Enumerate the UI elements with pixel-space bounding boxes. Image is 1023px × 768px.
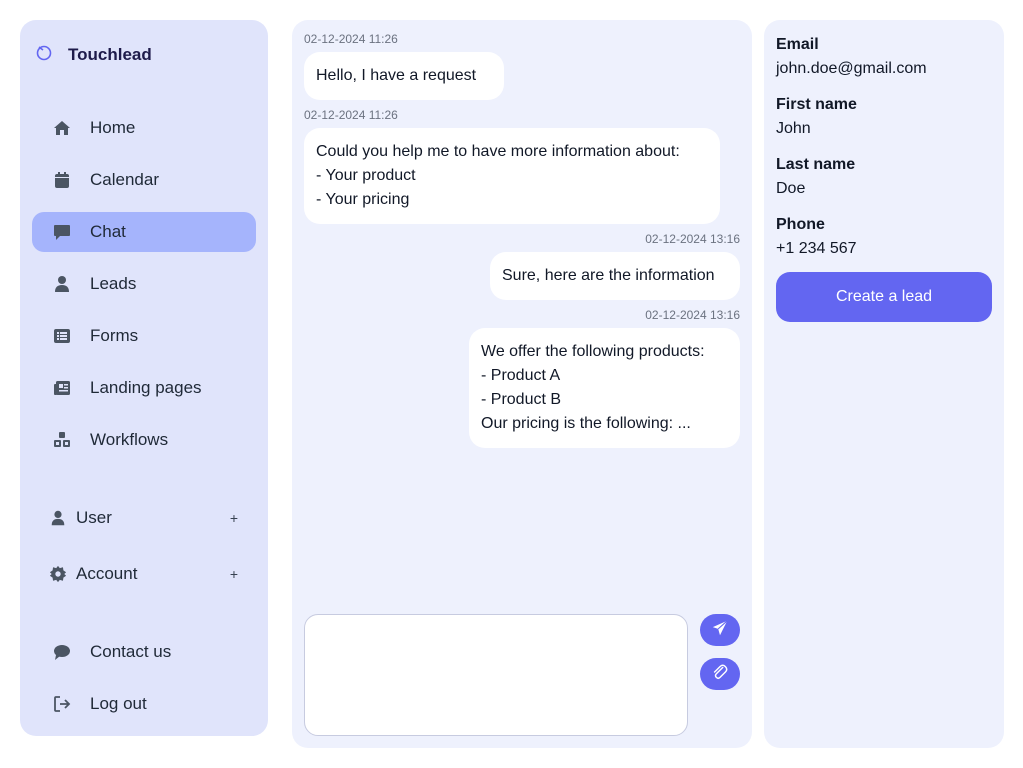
- phone-value: +1 234 567: [776, 240, 857, 257]
- message-line: Our pricing is the following: ...: [481, 415, 691, 432]
- attach-button[interactable]: [700, 658, 740, 690]
- message-line: - Your product: [316, 167, 416, 184]
- calendar-icon: [52, 170, 72, 190]
- message-bubble-outgoing: Sure, here are the information: [490, 252, 740, 300]
- last-name-value: Doe: [776, 180, 806, 197]
- list-icon: [52, 326, 72, 346]
- expand-icon[interactable]: +: [230, 566, 238, 582]
- send-button[interactable]: [700, 614, 740, 646]
- message-bubble-incoming: Hello, I have a request: [304, 52, 504, 100]
- cubes-icon: [52, 430, 72, 450]
- sidebar-group-user[interactable]: User +: [48, 500, 244, 536]
- newspaper-icon: [52, 378, 72, 398]
- sidebar-item-label: Chat: [90, 222, 126, 241]
- person-icon: [48, 508, 68, 528]
- brand[interactable]: Touchlead: [34, 42, 152, 67]
- sidebar-item-label: Forms: [90, 326, 139, 345]
- email-label: Email: [776, 36, 819, 53]
- message-line: - Product A: [481, 367, 561, 384]
- message-timestamp: 02-12-2024 11:26: [304, 32, 398, 46]
- message-line: We offer the following products:: [481, 343, 705, 360]
- message-line: Could you help me to have more informati…: [316, 143, 680, 160]
- send-icon: [711, 619, 729, 642]
- sidebar-item-leads[interactable]: Leads: [32, 264, 256, 304]
- last-name-label: Last name: [776, 156, 856, 173]
- message-line: Hello, I have a request: [316, 67, 477, 84]
- sidebar-item-workflows[interactable]: Workflows: [32, 420, 256, 460]
- brand-name: Touchlead: [68, 44, 152, 64]
- sidebar-group-label: User: [76, 508, 112, 527]
- sidebar-item-label: Landing pages: [90, 378, 202, 397]
- sidebar-item-log-out[interactable]: Log out: [32, 684, 256, 724]
- paperclip-icon: [711, 663, 729, 686]
- first-name-label: First name: [776, 96, 857, 113]
- message-input[interactable]: [304, 614, 688, 736]
- sidebar-item-forms[interactable]: Forms: [32, 316, 256, 356]
- sidebar-group-label: Account: [76, 564, 138, 583]
- speech-icon: [52, 642, 72, 662]
- message-line: - Product B: [481, 391, 562, 408]
- logo-icon: [34, 42, 54, 67]
- message-line: - Your pricing: [316, 191, 410, 208]
- sidebar-item-landing-pages[interactable]: Landing pages: [32, 368, 256, 408]
- message-bubble-outgoing: We offer the following products: - Produ…: [469, 328, 740, 448]
- sidebar-group-account[interactable]: Account +: [48, 556, 244, 592]
- lead-details-panel: Email john.doe@gmail.com First name John…: [764, 20, 1004, 748]
- sidebar-item-label: Contact us: [90, 642, 172, 661]
- gear-icon: [48, 564, 68, 584]
- sidebar-item-home[interactable]: Home: [32, 108, 256, 148]
- expand-icon[interactable]: +: [230, 510, 238, 526]
- person-icon: [52, 274, 72, 294]
- message-timestamp: 02-12-2024 13:16: [645, 308, 740, 322]
- first-name-value: John: [776, 120, 811, 137]
- sidebar-item-contact-us[interactable]: Contact us: [32, 632, 256, 672]
- chat-bubble-icon: [52, 222, 72, 242]
- home-icon: [52, 118, 72, 138]
- sidebar-item-calendar[interactable]: Calendar: [32, 160, 256, 200]
- message-line: Sure, here are the information: [502, 267, 715, 284]
- logout-icon: [52, 694, 72, 714]
- message-bubble-incoming: Could you help me to have more informati…: [304, 128, 720, 224]
- sidebar-item-label: Workflows: [90, 430, 169, 449]
- chat-panel: 02-12-2024 11:26 Hello, I have a request…: [292, 20, 752, 748]
- sidebar: Touchlead Home Calendar Chat Leads Forms…: [20, 20, 268, 736]
- sidebar-item-label: Home: [90, 118, 136, 137]
- message-timestamp: 02-12-2024 11:26: [304, 108, 398, 122]
- sidebar-item-label: Calendar: [90, 170, 159, 189]
- message-timestamp: 02-12-2024 13:16: [645, 232, 740, 246]
- phone-label: Phone: [776, 216, 825, 233]
- sidebar-item-label: Leads: [90, 274, 137, 293]
- email-value: john.doe@gmail.com: [776, 60, 927, 77]
- sidebar-item-chat[interactable]: Chat: [32, 212, 256, 252]
- create-lead-button[interactable]: Create a lead: [776, 272, 992, 322]
- sidebar-item-label: Log out: [90, 694, 147, 713]
